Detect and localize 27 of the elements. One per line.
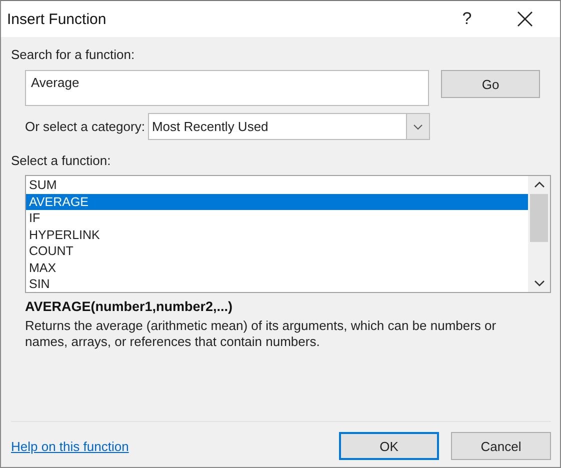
scrollbar[interactable] [528,176,550,292]
function-list[interactable]: SUM AVERAGE IF HYPERLINK COUNT MAX SIN [25,175,551,293]
search-field[interactable]: Average [25,70,429,106]
window-title: Insert Function [7,10,108,28]
function-item[interactable]: MAX [26,260,528,276]
scroll-thumb[interactable] [530,194,548,242]
close-icon [517,11,533,27]
function-item[interactable]: SIN [26,276,528,292]
category-label: Or select a category: [25,119,145,134]
function-list-label: Select a function: [11,153,112,168]
function-description: Returns the average (arithmetic mean) of its arguments, which can be numbers or names, arrays, or references that contain numbers. [25,318,498,350]
function-item[interactable]: AVERAGE [26,194,528,210]
search-label: Search for a function: [11,47,136,62]
scroll-up-icon[interactable] [534,181,544,188]
chevron-down-icon [412,124,423,130]
function-item[interactable]: IF [26,210,528,226]
help-button[interactable]: ? [444,1,490,37]
scroll-down-icon[interactable] [534,280,544,287]
function-item[interactable]: COUNT [26,243,528,260]
function-signature: AVERAGE(number1,number2,...) [25,299,234,314]
help-link[interactable]: Help on this function [11,438,327,454]
dialog-button[interactable]: Cancel [451,432,551,460]
category-dropdown[interactable]: Most Recently Used [148,113,430,140]
function-item[interactable]: SUM [26,177,528,194]
dialog-button[interactable]: OK [339,432,439,460]
go-button[interactable]: Go [441,70,540,98]
function-item[interactable]: HYPERLINK [26,226,528,243]
